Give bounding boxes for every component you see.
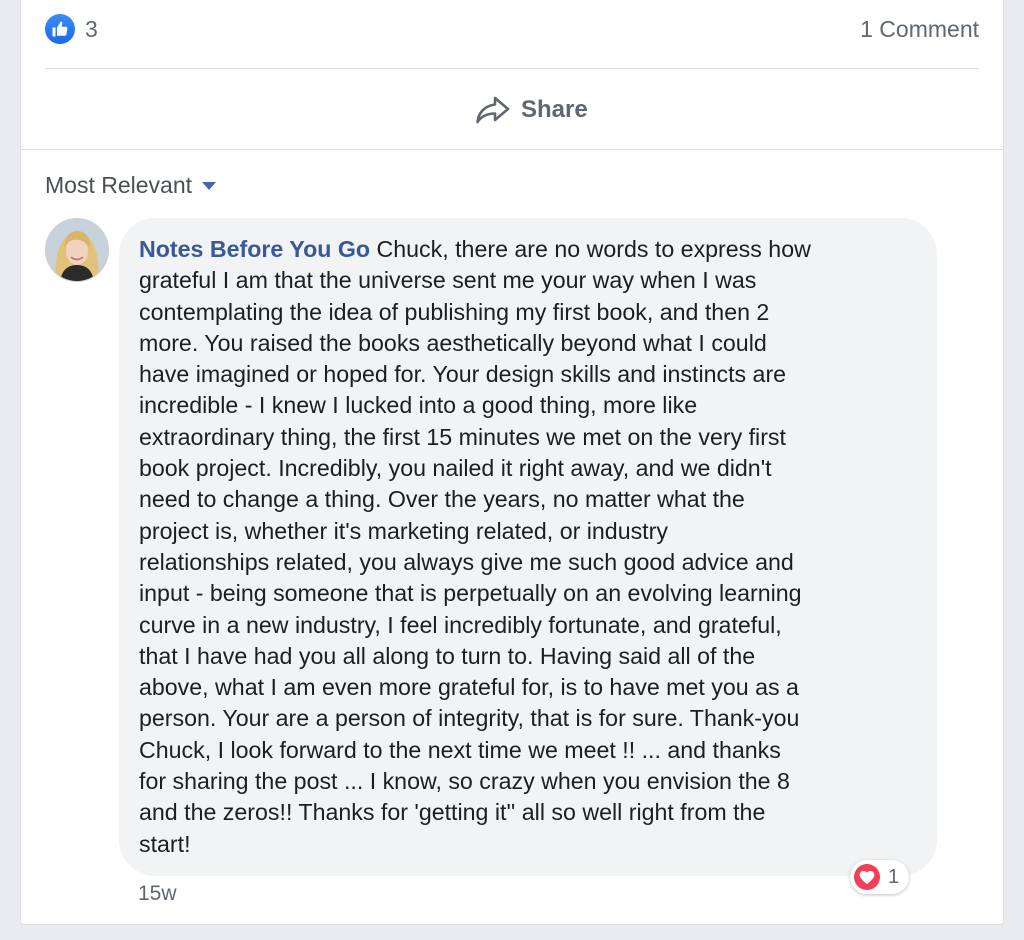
share-button[interactable]: Share [475,90,588,130]
comment-count-link[interactable]: 1 Comment [860,16,979,43]
divider [21,149,1003,150]
comment-reaction-count: 1 [888,865,900,888]
comment-reaction-badge[interactable]: 1 [850,860,910,894]
reactions-summary: 3 1 Comment [45,12,979,48]
comment-timestamp[interactable]: 15w [138,882,177,906]
comment-author-link[interactable]: Notes Before You Go [139,236,370,262]
share-label: Share [521,96,588,123]
divider [45,68,979,69]
comment-text: Chuck, there are no words to express how… [139,236,811,857]
sort-label: Most Relevant [45,171,193,198]
post-card: 3 1 Comment Share Most Relevant Notes Be… [20,0,1004,925]
share-arrow-icon [476,96,510,124]
sort-dropdown[interactable]: Most Relevant [45,170,217,200]
caret-down-icon [202,182,217,190]
comment-bubble: Notes Before You Go Chuck, there are no … [119,218,937,876]
like-thumb-icon[interactable] [45,14,75,44]
avatar[interactable] [45,218,109,282]
comment-body: Notes Before You Go Chuck, there are no … [139,234,929,860]
reaction-count[interactable]: 3 [85,16,98,43]
love-heart-icon [854,864,880,890]
